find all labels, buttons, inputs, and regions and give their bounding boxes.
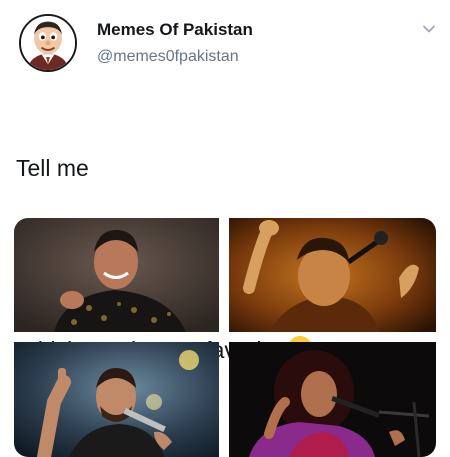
chevron-down-icon[interactable] bbox=[422, 22, 436, 36]
avatar[interactable] bbox=[19, 14, 77, 72]
tweet-text-line-1: Tell me bbox=[16, 155, 89, 181]
tweet-card: Memes Of Pakistan @memes0fpakistan Tell … bbox=[0, 0, 450, 457]
user-handle[interactable]: @memes0fpakistan bbox=[97, 48, 253, 66]
cartoon-avatar-icon bbox=[21, 16, 75, 70]
display-name[interactable]: Memes Of Pakistan bbox=[97, 20, 253, 40]
singer-photo-1-icon bbox=[14, 218, 219, 332]
author-info: Memes Of Pakistan @memes0fpakistan bbox=[97, 20, 253, 66]
singer-photo-2-icon bbox=[229, 218, 436, 332]
media-image-4[interactable] bbox=[229, 342, 436, 457]
singer-photo-4-icon bbox=[229, 342, 436, 457]
media-grid bbox=[14, 218, 436, 457]
media-image-3[interactable] bbox=[14, 342, 219, 457]
singer-photo-3-icon bbox=[14, 342, 219, 457]
media-image-2[interactable] bbox=[229, 218, 436, 332]
media-image-1[interactable] bbox=[14, 218, 219, 332]
